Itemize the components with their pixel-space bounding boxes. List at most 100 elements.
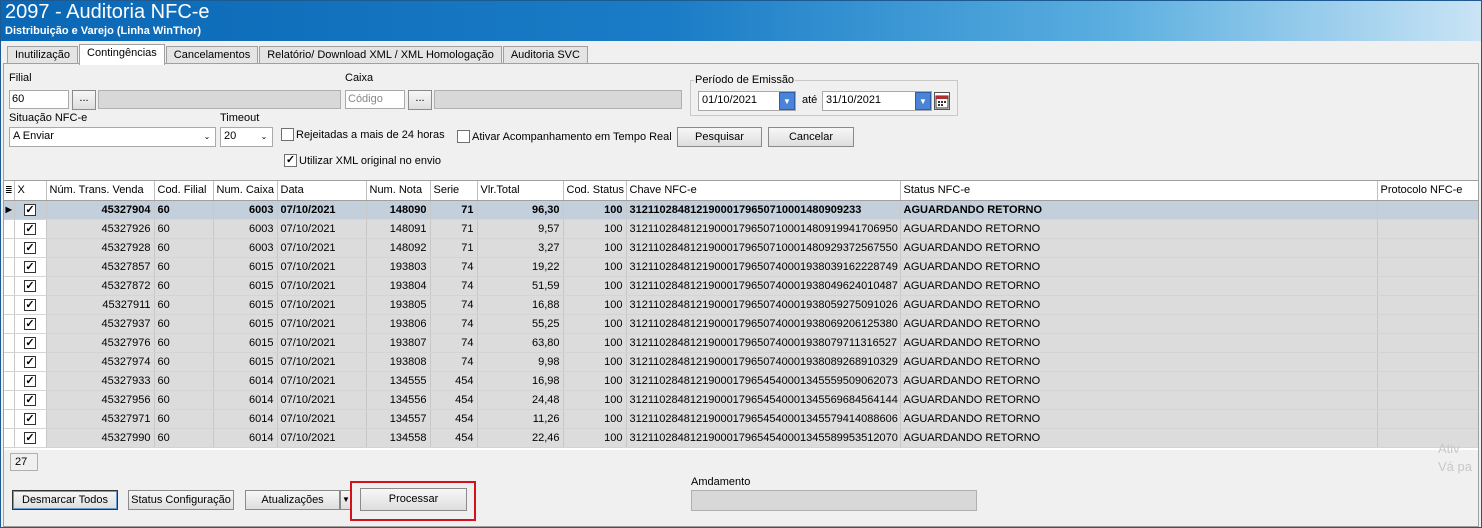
date-from-picker[interactable]: 01/10/2021 ▼: [698, 91, 796, 111]
cell-protocolo: [1377, 200, 1478, 220]
chevron-down-icon[interactable]: ▼: [779, 92, 795, 110]
column-header-data[interactable]: Data: [277, 181, 367, 201]
pesquisar-button[interactable]: Pesquisar: [677, 127, 762, 147]
table-row[interactable]: ✓ 45327971 60 6014 07/10/2021 134557 454 11,26 1…: [4, 409, 1478, 429]
chevron-down-icon[interactable]: ▼: [915, 92, 931, 110]
row-checkbox-cell[interactable]: ✓: [14, 295, 47, 315]
table-row[interactable]: ✓ 45327911 60 6015 07/10/2021 193805 74 16,88 10…: [4, 295, 1478, 315]
row-checkbox[interactable]: ✓: [24, 431, 36, 444]
filial-lookup-button[interactable]: ...: [72, 90, 96, 110]
cell-trans: 45327956: [46, 390, 155, 410]
row-checkbox-cell[interactable]: ✓: [14, 219, 47, 239]
table-row[interactable]: ✓ 45327933 60 6014 07/10/2021 134555 454 16,98 1…: [4, 371, 1478, 391]
row-indicator: [4, 314, 15, 334]
cell-protocolo: [1377, 352, 1478, 372]
row-checkbox-cell[interactable]: ✓: [14, 257, 47, 277]
table-row[interactable]: ✓ 45327857 60 6015 07/10/2021 193803 74 19,22 10…: [4, 257, 1478, 277]
table-row[interactable]: ✓ 45327976 60 6015 07/10/2021 193807 74 63,80 10…: [4, 333, 1478, 353]
row-checkbox[interactable]: ✓: [24, 298, 36, 311]
cell-serie: 74: [430, 333, 478, 353]
row-checkbox-cell[interactable]: ✓: [14, 276, 47, 296]
row-checkbox-cell[interactable]: ✓: [14, 200, 47, 220]
caixa-description-field: [434, 90, 682, 109]
row-checkbox-cell[interactable]: ✓: [14, 390, 47, 410]
column-header-caixa[interactable]: Num. Caixa: [213, 181, 278, 201]
column-header-total[interactable]: Vlr.Total: [477, 181, 564, 201]
row-checkbox[interactable]: ✓: [24, 279, 36, 292]
column-header-status-code[interactable]: Cod. Status: [563, 181, 627, 201]
column-header-trans[interactable]: Núm. Trans. Venda: [46, 181, 155, 201]
cell-chave: 3121102848121900017965071000148091994170…: [626, 219, 901, 239]
window-subtitle: Distribuição e Varejo (Linha WinThor): [5, 25, 202, 37]
column-chooser-icon[interactable]: ≣: [4, 181, 15, 201]
cell-filial: 60: [154, 200, 214, 220]
table-row[interactable]: ✓ 45327937 60 6015 07/10/2021 193806 74 55,25 10…: [4, 314, 1478, 334]
utilizar-xml-checkbox[interactable]: ✓: [284, 154, 297, 167]
calendar-icon[interactable]: [934, 92, 950, 110]
row-checkbox[interactable]: ✓: [24, 241, 36, 254]
cell-status: AGUARDANDO RETORNO: [900, 428, 1378, 448]
desmarcar-todos-button[interactable]: Desmarcar Todos: [12, 490, 118, 510]
cancelar-button[interactable]: Cancelar: [768, 127, 854, 147]
row-checkbox[interactable]: ✓: [24, 336, 36, 349]
caixa-input[interactable]: Código: [345, 90, 405, 109]
row-checkbox[interactable]: ✓: [24, 222, 36, 235]
column-header-protocolo[interactable]: Protocolo NFC-e: [1377, 181, 1478, 201]
row-checkbox[interactable]: ✓: [24, 317, 36, 330]
cell-caixa: 6015: [213, 333, 278, 353]
chevron-down-icon[interactable]: ⌄: [256, 128, 272, 146]
column-header-x[interactable]: X: [14, 181, 47, 201]
row-checkbox[interactable]: ✓: [24, 412, 36, 425]
status-configuracao-button[interactable]: Status Configuração: [128, 490, 234, 510]
grid-table: ≣ X Núm. Trans. Venda Cod. Filial Num. C…: [4, 181, 1478, 448]
table-row[interactable]: ✓ 45327990 60 6014 07/10/2021 134558 454 22,46 1…: [4, 428, 1478, 448]
row-checkbox-cell[interactable]: ✓: [14, 333, 47, 353]
cell-data: 07/10/2021: [277, 200, 367, 220]
processar-button[interactable]: Processar: [360, 488, 467, 511]
row-checkbox-cell[interactable]: ✓: [14, 352, 47, 372]
row-checkbox[interactable]: ✓: [24, 203, 36, 216]
row-checkbox[interactable]: ✓: [24, 260, 36, 273]
cell-protocolo: [1377, 371, 1478, 391]
filial-input[interactable]: 60: [9, 90, 69, 109]
cell-chave: 3121102848121900017965071000148092937256…: [626, 238, 901, 258]
contingencias-grid[interactable]: ≣ X Núm. Trans. Venda Cod. Filial Num. C…: [4, 180, 1478, 450]
caixa-lookup-button[interactable]: ...: [408, 90, 432, 110]
filial-label: Filial: [9, 72, 32, 84]
column-header-serie[interactable]: Serie: [430, 181, 478, 201]
grid-header-row: ≣ X Núm. Trans. Venda Cod. Filial Num. C…: [4, 181, 1478, 201]
column-header-status[interactable]: Status NFC-e: [900, 181, 1378, 201]
cell-caixa: 6003: [213, 238, 278, 258]
table-row[interactable]: ✓ 45327872 60 6015 07/10/2021 193804 74 51,59 10…: [4, 276, 1478, 296]
row-checkbox-cell[interactable]: ✓: [14, 409, 47, 429]
row-checkbox-cell[interactable]: ✓: [14, 314, 47, 334]
timeout-select[interactable]: 20 ⌄: [220, 127, 273, 147]
cell-filial: 60: [154, 371, 214, 391]
row-checkbox[interactable]: ✓: [24, 355, 36, 368]
row-checkbox[interactable]: ✓: [24, 393, 36, 406]
row-checkbox-cell[interactable]: ✓: [14, 238, 47, 258]
table-row[interactable]: ✓ 45327926 60 6003 07/10/2021 148091 71 9,57 100…: [4, 219, 1478, 239]
row-checkbox[interactable]: ✓: [24, 374, 36, 387]
situacao-select[interactable]: A Enviar ⌄: [9, 127, 216, 147]
table-row[interactable]: ▶ ✓ 45327904 60 6003 07/10/2021 148090 71 96,30 1…: [4, 200, 1478, 220]
table-row[interactable]: ✓ 45327928 60 6003 07/10/2021 148092 71 3,27 100…: [4, 238, 1478, 258]
table-row[interactable]: ✓ 45327974 60 6015 07/10/2021 193808 74 9,98 100…: [4, 352, 1478, 372]
cell-filial: 60: [154, 409, 214, 429]
date-to-picker[interactable]: 31/10/2021 ▼: [822, 91, 932, 111]
chevron-down-icon[interactable]: ⌄: [199, 128, 215, 146]
table-row[interactable]: ✓ 45327956 60 6014 07/10/2021 134556 454 24,48 1…: [4, 390, 1478, 410]
current-row-indicator-icon: ▶: [4, 200, 15, 220]
row-checkbox-cell[interactable]: ✓: [14, 428, 47, 448]
tab-contingencias[interactable]: Contingências: [79, 44, 165, 65]
column-header-chave[interactable]: Chave NFC-e: [626, 181, 901, 201]
row-indicator: [4, 409, 15, 429]
row-checkbox-cell[interactable]: ✓: [14, 371, 47, 391]
column-header-filial[interactable]: Cod. Filial: [154, 181, 214, 201]
rejeitadas-checkbox[interactable]: [281, 128, 294, 141]
ativar-acompanhamento-checkbox[interactable]: [457, 130, 470, 143]
ativar-acompanhamento-label: Ativar Acompanhamento em Tempo Real: [472, 131, 672, 143]
column-header-nota[interactable]: Num. Nota: [366, 181, 431, 201]
atualizacoes-button[interactable]: Atualizações: [245, 490, 340, 510]
row-indicator: [4, 352, 15, 372]
